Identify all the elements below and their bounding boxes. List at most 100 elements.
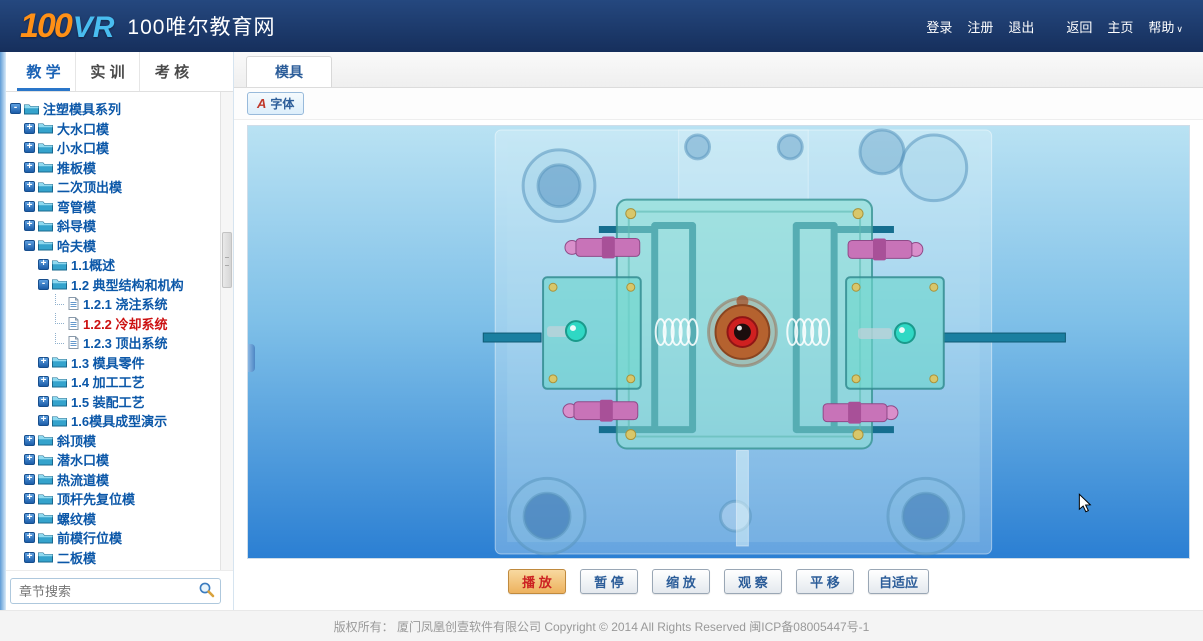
tree-item[interactable]: 1.2.2 冷却系统 bbox=[10, 314, 217, 334]
tree-item-label: 前模行位模 bbox=[57, 528, 122, 547]
expand-icon[interactable]: + bbox=[24, 201, 35, 212]
tree-item[interactable]: -注塑模具系列 bbox=[10, 99, 217, 119]
scrollbar-thumb[interactable] bbox=[222, 232, 232, 288]
tree-item[interactable]: + 二板模 bbox=[10, 548, 217, 568]
tree-item[interactable]: + 前模行位模 bbox=[10, 528, 217, 548]
folder-icon bbox=[38, 454, 53, 466]
logo-100: 100 bbox=[20, 7, 71, 46]
tree-item[interactable]: - 1.2 典型结构和机构 bbox=[10, 275, 217, 295]
folder-icon bbox=[38, 239, 53, 251]
sidebar-tab-assessment[interactable]: 考 核 bbox=[140, 52, 204, 91]
expand-icon[interactable]: + bbox=[24, 435, 35, 446]
font-button[interactable]: A 字体 bbox=[247, 92, 304, 115]
search-button[interactable] bbox=[197, 580, 216, 602]
tree-item-label: 斜导模 bbox=[57, 216, 96, 235]
expand-icon[interactable]: + bbox=[38, 376, 49, 387]
nav-link-logout[interactable]: 退出 bbox=[1008, 17, 1034, 36]
expand-icon[interactable]: + bbox=[24, 454, 35, 465]
viewer-3d-canvas[interactable] bbox=[247, 125, 1190, 559]
tab-mold[interactable]: 模具 bbox=[246, 56, 332, 87]
tree-item[interactable]: +二次顶出模 bbox=[10, 177, 217, 197]
tree-connector bbox=[55, 333, 64, 344]
folder-icon bbox=[52, 356, 67, 368]
document-icon bbox=[68, 336, 79, 349]
folder-icon bbox=[38, 142, 53, 154]
expand-icon[interactable]: + bbox=[24, 181, 35, 192]
document-icon bbox=[68, 317, 79, 330]
folder-icon bbox=[52, 259, 67, 271]
expand-icon[interactable]: + bbox=[24, 493, 35, 504]
chapter-search bbox=[0, 570, 233, 610]
search-input[interactable] bbox=[19, 584, 197, 599]
font-icon: A bbox=[257, 97, 266, 110]
viewer-toolbar: A 字体 bbox=[234, 88, 1203, 120]
expand-icon[interactable]: + bbox=[24, 552, 35, 563]
expand-icon[interactable]: + bbox=[38, 357, 49, 368]
expand-icon[interactable]: + bbox=[24, 513, 35, 524]
tree-item-label: 大水口模 bbox=[57, 119, 109, 138]
top-header: 100 VR 100唯尔教育网 登录注册退出返回主页帮助∨ bbox=[0, 0, 1203, 52]
auto-fit-button[interactable]: 自适应 bbox=[868, 569, 929, 594]
tree-item-label: 顶杆先复位模 bbox=[57, 489, 135, 508]
expand-icon[interactable]: + bbox=[24, 532, 35, 543]
collapse-icon[interactable]: - bbox=[38, 279, 49, 290]
tree-item[interactable]: +1.4 加工工艺 bbox=[10, 372, 217, 392]
tree-item[interactable]: 1.2.1 浇注系统 bbox=[10, 294, 217, 314]
tree-item-label: 1.1概述 bbox=[71, 255, 115, 274]
folder-icon bbox=[52, 415, 67, 427]
nav-link-back[interactable]: 返回 bbox=[1066, 17, 1092, 36]
tree-item[interactable]: +1.3 模具零件 bbox=[10, 353, 217, 373]
sidebar-scrollbar[interactable] bbox=[220, 92, 233, 570]
sidebar-tab-training[interactable]: 实 训 bbox=[76, 52, 140, 91]
site-logo[interactable]: 100 VR bbox=[20, 7, 114, 46]
nav-link-register[interactable]: 注册 bbox=[967, 17, 993, 36]
logo-vr: VR bbox=[73, 11, 115, 45]
sidebar-accent-strip bbox=[0, 52, 6, 610]
play-button[interactable]: 播 放 bbox=[508, 569, 566, 594]
nav-link-login[interactable]: 登录 bbox=[926, 17, 952, 36]
tree-item[interactable]: +潜水口模 bbox=[10, 450, 217, 470]
expand-icon[interactable]: + bbox=[24, 220, 35, 231]
pause-button[interactable]: 暂 停 bbox=[580, 569, 638, 594]
tree-item-label: 斜顶模 bbox=[57, 431, 96, 450]
tree-item-label: 1.2 典型结构和机构 bbox=[71, 275, 184, 294]
tree-scroll-area: -注塑模具系列+大水口模+小水口模+推板模+二次顶出模+弯管模+斜导模-哈夫模+… bbox=[0, 92, 233, 570]
observe-button[interactable]: 观 察 bbox=[724, 569, 782, 594]
collapse-icon[interactable]: - bbox=[10, 103, 21, 114]
tree-item[interactable]: +小水口模 bbox=[10, 138, 217, 158]
sidebar-collapse-handle[interactable] bbox=[248, 344, 255, 372]
expand-icon[interactable]: + bbox=[38, 415, 49, 426]
tree-item[interactable]: +螺纹模 bbox=[10, 509, 217, 529]
expand-icon[interactable]: + bbox=[38, 396, 49, 407]
nav-link-home[interactable]: 主页 bbox=[1107, 17, 1133, 36]
tree-item-label: 二板模 bbox=[57, 548, 96, 567]
folder-icon bbox=[38, 473, 53, 485]
folder-icon bbox=[38, 434, 53, 446]
tree-item[interactable]: +热流道模 bbox=[10, 470, 217, 490]
tree-item[interactable]: +1.5 装配工艺 bbox=[10, 392, 217, 412]
tree-item-label: 弯管模 bbox=[57, 197, 96, 216]
footer: 版权所有： 厦门凤凰创壹软件有限公司 Copyright © 2014 All … bbox=[0, 610, 1203, 641]
folder-icon bbox=[24, 103, 39, 115]
tree-item[interactable]: -哈夫模 bbox=[10, 236, 217, 256]
expand-icon[interactable]: + bbox=[24, 142, 35, 153]
tree-item[interactable]: + 弯管模 bbox=[10, 197, 217, 217]
sidebar-tab-teaching[interactable]: 教 学 bbox=[12, 52, 76, 91]
zoom-button[interactable]: 缩 放 bbox=[652, 569, 710, 594]
tree-item[interactable]: +1.6模具成型演示 bbox=[10, 411, 217, 431]
tree-item[interactable]: + 斜顶模 bbox=[10, 431, 217, 451]
expand-icon[interactable]: + bbox=[38, 259, 49, 270]
tree-connector bbox=[55, 313, 64, 324]
tree-item[interactable]: + 顶杆先复位模 bbox=[10, 489, 217, 509]
tree-item[interactable]: + 斜导模 bbox=[10, 216, 217, 236]
expand-icon[interactable]: + bbox=[24, 123, 35, 134]
tree-item[interactable]: +1.1概述 bbox=[10, 255, 217, 275]
expand-icon[interactable]: + bbox=[24, 474, 35, 485]
nav-link-help[interactable]: 帮助∨ bbox=[1148, 17, 1183, 36]
expand-icon[interactable]: + bbox=[24, 162, 35, 173]
tree-item[interactable]: + 大水口模 bbox=[10, 119, 217, 139]
tree-item[interactable]: +推板模 bbox=[10, 158, 217, 178]
pan-button[interactable]: 平 移 bbox=[796, 569, 854, 594]
collapse-icon[interactable]: - bbox=[24, 240, 35, 251]
tree-item[interactable]: 1.2.3 顶出系统 bbox=[10, 333, 217, 353]
